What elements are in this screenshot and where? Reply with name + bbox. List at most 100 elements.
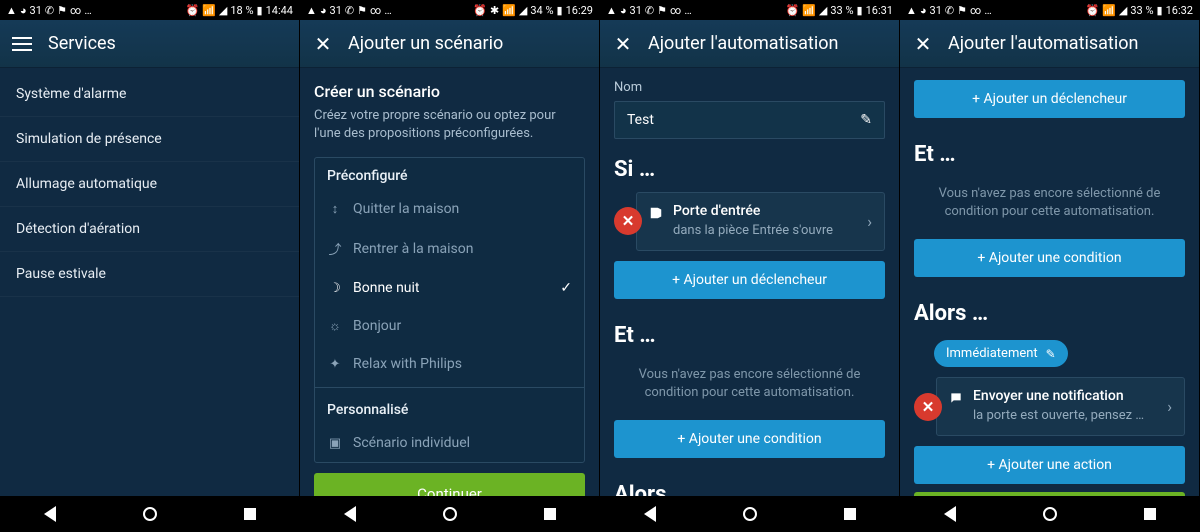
action-subtitle: la porte est ouverte, pensez … — [973, 407, 1157, 425]
close-icon[interactable]: ✕ — [312, 33, 334, 55]
service-item[interactable]: Allumage automatique — [0, 162, 299, 207]
back-button[interactable] — [44, 506, 56, 522]
delete-action-button[interactable]: ✕ — [914, 393, 942, 421]
page-title: Ajouter l'automatisation — [648, 33, 838, 54]
trigger-subtitle: dans la pièce Entrée s'ouvre — [673, 222, 857, 240]
door-icon — [649, 205, 663, 224]
screen-add-automation-1: ▲ ◕ 31 ✆ ⚑ ∞ … ⏰ 📶 ◢ 33 % ▮ 16:31 ✕ Ajou… — [600, 0, 900, 532]
home-button[interactable] — [743, 507, 757, 521]
android-nav — [300, 496, 599, 532]
add-condition-button[interactable]: + Ajouter une condition — [914, 239, 1185, 277]
home-button[interactable] — [443, 507, 457, 521]
battery-text: 33 % — [1130, 5, 1153, 16]
status-icon: … — [984, 5, 991, 16]
alarm-icon: ⏰ — [186, 5, 200, 16]
back-button[interactable] — [944, 506, 956, 522]
action-row: ✕ Envoyer une notification la porte est … — [914, 377, 1185, 436]
battery-text: 33 % — [830, 5, 853, 16]
doc-icon: ▣ — [327, 436, 343, 451]
alarm-icon: ⏰ — [473, 5, 487, 16]
service-item[interactable]: Détection d'aération — [0, 207, 299, 252]
status-icon: ∞ — [70, 5, 81, 16]
menu-icon[interactable] — [12, 33, 34, 55]
app-header: ✕ Ajouter un scénario — [300, 20, 599, 68]
status-icon: 31 — [930, 5, 942, 16]
signal-icon: ◢ — [219, 5, 227, 16]
back-button[interactable] — [644, 506, 656, 522]
sun-icon: ☼ — [327, 318, 343, 334]
status-bar: ▲ ◕ 31 ✆ ⚑ ∞ … ⏰ ✱ 📶 ◢ 34 % ▮ 16:29 — [300, 0, 599, 20]
add-action-button[interactable]: + Ajouter une action — [914, 446, 1185, 484]
wifi-icon: 📶 — [502, 5, 516, 16]
battery-icon: ▮ — [1157, 5, 1163, 16]
wifi-icon: 📶 — [1102, 5, 1116, 16]
screen-services: ▲ ◕ 31 ✆ ⚑ ∞ … ⏰ 📶 ◢ 18 % ▮ 14:44 Servic… — [0, 0, 300, 532]
section-desc: Créez votre propre scénario ou optez pou… — [300, 107, 599, 157]
service-item[interactable]: Pause estivale — [0, 252, 299, 297]
back-button[interactable] — [344, 506, 356, 522]
close-icon[interactable]: ✕ — [912, 33, 934, 55]
item-label: Bonjour — [353, 318, 401, 334]
status-icon: ⚑ — [657, 5, 667, 16]
home-button[interactable] — [143, 507, 157, 521]
edit-icon: ✎ — [1046, 347, 1056, 361]
status-icon: ◕ — [920, 5, 927, 16]
status-icon: ✆ — [45, 5, 54, 16]
recent-button[interactable] — [844, 508, 856, 520]
status-icon: 31 — [330, 5, 342, 16]
recent-button[interactable] — [244, 508, 256, 520]
status-icon: … — [384, 5, 391, 16]
item-label: Rentrer à la maison — [353, 241, 473, 257]
action-card[interactable]: Envoyer une notification la porte est ou… — [936, 377, 1185, 436]
chat-icon — [949, 390, 963, 409]
timing-chip[interactable]: Immédiatement ✎ — [934, 340, 1068, 367]
service-item[interactable]: Système d'alarme — [0, 72, 299, 117]
clock-text: 16:32 — [1166, 5, 1193, 16]
page-title: Services — [48, 33, 116, 54]
status-icon: ◕ — [20, 5, 27, 16]
page-title: Ajouter l'automatisation — [948, 33, 1138, 54]
chip-label: Immédiatement — [946, 346, 1038, 361]
service-item[interactable]: Simulation de présence — [0, 117, 299, 162]
status-icon: 31 — [630, 5, 642, 16]
add-trigger-button[interactable]: + Ajouter un déclencheur — [914, 80, 1185, 118]
action-title: Envoyer une notification — [973, 388, 1157, 404]
app-header: ✕ Ajouter l'automatisation — [600, 20, 899, 68]
status-icon: ✆ — [645, 5, 654, 16]
personalized-label: Personnalisé — [315, 392, 584, 424]
status-icon: … — [684, 5, 691, 16]
signal-icon: ◢ — [519, 5, 527, 16]
scenario-relax[interactable]: ✦ Relax with Philips — [315, 345, 584, 383]
screen-add-scenario: ▲ ◕ 31 ✆ ⚑ ∞ … ⏰ ✱ 📶 ◢ 34 % ▮ 16:29 ✕ Aj… — [300, 0, 600, 532]
divider — [315, 387, 584, 388]
trigger-card[interactable]: Porte d'entrée dans la pièce Entrée s'ou… — [636, 192, 885, 251]
continue-button[interactable]: Continuer — [314, 473, 585, 496]
item-label: Scénario individuel — [353, 435, 470, 451]
close-icon[interactable]: ✕ — [612, 33, 634, 55]
scenario-bonjour[interactable]: ☼ Bonjour — [315, 307, 584, 345]
wifi-icon: 📶 — [802, 5, 816, 16]
home-button[interactable] — [1043, 507, 1057, 521]
battery-icon: ▮ — [857, 5, 863, 16]
scenario-leave-home[interactable]: ↕ Quitter la maison — [315, 190, 584, 228]
name-input[interactable]: Test ✎ — [614, 101, 885, 139]
add-condition-button[interactable]: + Ajouter une condition — [614, 420, 885, 458]
status-icon: ⚑ — [957, 5, 967, 16]
si-heading: Si … — [600, 139, 899, 192]
services-list: Système d'alarme Simulation de présence … — [0, 68, 299, 496]
status-bar: ▲ ◕ 31 ✆ ⚑ ∞ … ⏰ 📶 ◢ 33 % ▮ 16:31 — [600, 0, 899, 20]
scenario-goodnight[interactable]: ☽ Bonne nuit ✓ — [315, 269, 584, 307]
check-icon: ✓ — [560, 280, 572, 296]
recent-button[interactable] — [544, 508, 556, 520]
recent-button[interactable] — [1144, 508, 1156, 520]
moon-icon: ☽ — [327, 281, 343, 296]
add-trigger-button[interactable]: + Ajouter un déclencheur — [614, 261, 885, 299]
scenario-return-home[interactable]: ⤴ Rentrer à la maison — [315, 228, 584, 269]
edit-icon[interactable]: ✎ — [860, 112, 872, 128]
signal-icon: ◢ — [1119, 5, 1127, 16]
android-nav — [900, 496, 1199, 532]
et-heading: Et … — [900, 124, 1199, 177]
scenario-individual[interactable]: ▣ Scénario individuel — [315, 424, 584, 462]
status-bar: ▲ ◕ 31 ✆ ⚑ ∞ … ⏰ 📶 ◢ 33 % ▮ 16:32 — [900, 0, 1199, 20]
status-icon: ∞ — [970, 5, 981, 16]
